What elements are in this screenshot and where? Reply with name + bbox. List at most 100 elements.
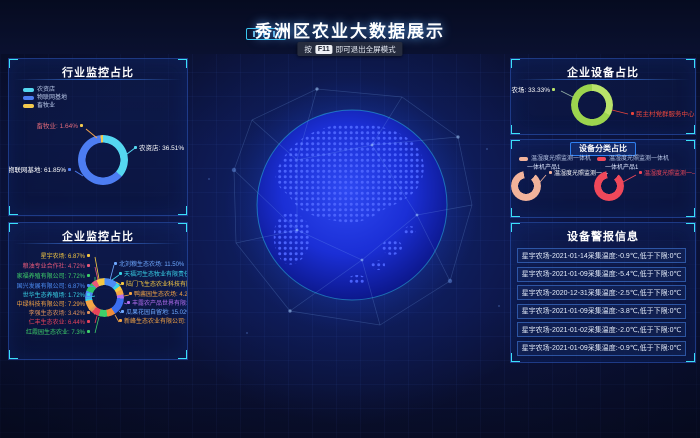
enterprise-label: 世华生态养殖场: 1.72%	[23, 293, 92, 299]
label-text: 中绿科技有限公司: 7.29%	[17, 302, 85, 308]
panel-corner	[178, 350, 188, 360]
alarm-row: 星宇农场-2021-01-09采集温度:-0.9℃,低于下限:0℃	[517, 341, 686, 356]
panel-alarm-info: 设备警报信息 星宇农场-2021-01-14采集温度:-0.9℃,低于下限:0℃…	[510, 222, 696, 363]
devices-left-label: 星宇农场: 33.33%	[510, 87, 557, 94]
panel-corner	[686, 125, 696, 135]
label-dot	[87, 284, 90, 287]
divider	[516, 79, 690, 80]
label-dot	[121, 310, 124, 313]
panel-corner	[8, 206, 18, 216]
device-class-title: 设备分类占比	[570, 142, 636, 156]
legend-swatch	[23, 88, 34, 92]
legend-item[interactable]: 农资店	[23, 86, 67, 93]
alarm-row: 星宇农场-2021-01-14采集温度:-0.9℃,低于下限:0℃	[517, 248, 686, 263]
bg-dot	[208, 178, 210, 180]
callout-store: 农资店: 36.51%	[132, 145, 184, 152]
label-text: 北刘粮生态农场: 11.50%	[119, 262, 184, 268]
enterprise-label: 丰露农产品世界有限: 1.	[125, 301, 188, 307]
legend-label: 农资店	[37, 87, 55, 93]
legend-item[interactable]: 温湿度光照监测一体机	[519, 155, 591, 162]
legend-swatch	[23, 96, 34, 100]
alarm-list: 星宇农场-2021-01-14采集温度:-0.9℃,低于下限:0℃ 星宇农场-2…	[517, 248, 686, 359]
label-dot	[87, 320, 90, 323]
label-dot	[552, 88, 555, 91]
legend-swatch	[597, 157, 606, 161]
enterprise-label: 中绿科技有限公司: 7.29%	[17, 302, 92, 308]
legend-label: 温湿度光照监测一体机	[609, 156, 669, 162]
callout-livestock: 畜牧业: 1.64%	[36, 123, 85, 130]
legend-label: 温湿度光照监测一体机	[531, 156, 591, 162]
enterprise-panel-title: 企业监控占比	[9, 228, 187, 244]
industry-donut-chart[interactable]	[78, 135, 128, 185]
callout-text: 畜牧业: 1.64%	[36, 123, 78, 130]
label-dot	[631, 112, 634, 115]
label-dot	[119, 272, 122, 275]
enterprise-label: 北刘粮生态农场: 11.50%	[112, 262, 184, 268]
enterprise-label: 家福养殖有限公司: 7.72%	[17, 274, 92, 280]
legend-label: 畜牧业	[37, 103, 55, 109]
label-text: 瓜果花园自留地: 15.02%	[126, 310, 188, 316]
label-text: 陆门飞生态农业科技有限公	[126, 282, 188, 288]
label-dot	[87, 254, 90, 257]
label-dot	[129, 292, 132, 295]
enterprise-label: 瓜果花园自留地: 15.02%	[119, 310, 188, 316]
device-class-right-donut[interactable]	[594, 171, 624, 201]
divider	[14, 79, 182, 80]
label-text: 天福河生态牧业有限责任公	[124, 272, 188, 278]
label-dot	[119, 319, 122, 322]
label-text: 丰露农产品世界有限: 1.	[132, 301, 188, 307]
alarms-panel-title: 设备警报信息	[511, 228, 695, 244]
devices-right-label: 民主村党群服务中心	[629, 111, 695, 118]
label-text: 仁丰生态农业: 6.44%	[29, 320, 85, 326]
enterprise-label: 红霞园生态农业: 7.3%	[26, 330, 92, 336]
label-text: 李强生态农场: 3.42%	[29, 311, 85, 317]
alarm-row: 星宇农场-2021-01-09采集温度:-3.8℃,低于下限:0℃	[517, 304, 686, 319]
fullscreen-tooltip: 按 F11 即可退出全屏模式	[297, 42, 402, 56]
industry-legend: 农资店 物联网基地 畜牧业	[23, 86, 67, 110]
callout-text: 物联网基地: 61.85%	[8, 167, 66, 174]
enterprise-label: 粮油专业合作社: 4.72%	[23, 264, 92, 270]
callout-text: 温湿度光照监测一—	[644, 171, 696, 177]
legend-swatch	[23, 104, 34, 108]
panel-corner	[686, 208, 696, 218]
label-dot	[87, 293, 90, 296]
callout-dot	[68, 168, 71, 171]
callout-dot	[80, 124, 83, 127]
label-text: 鸭酱园生态农场: 4.29	[134, 292, 188, 298]
enterprise-label: 李强生态农场: 3.42%	[29, 311, 92, 317]
label-dot	[87, 330, 90, 333]
panel-corner	[510, 125, 520, 135]
dashboard-stage: 秀洲区农业大数据展示 按 F11 即可退出全屏模式	[0, 0, 700, 438]
panel-corner	[686, 139, 696, 149]
label-text: 星宇农场: 33.33%	[510, 87, 550, 94]
label-text: 红霞园生态农业: 7.3%	[26, 330, 85, 336]
callout-dot	[639, 171, 642, 174]
label-text: 民主村党群服务中心	[636, 111, 695, 118]
label-dot	[87, 302, 90, 305]
legend-label: 物联网基地	[37, 95, 67, 101]
fullscreen-tip-prefix: 按	[304, 44, 312, 55]
panel-device-class: 设备分类占比 温湿度光照监测一体机 一体机产品1 温湿度光照监测一— 温湿度光照…	[510, 139, 696, 218]
panel-enterprise-ratio: 企业监控占比 星宇农场: 6.87% 粮油专业合作社: 4.72% 家福养殖有限…	[8, 222, 188, 360]
alarm-row: 星宇农场-2021-01-09采集温度:-5.4℃,低于下限:0℃	[517, 267, 686, 282]
legend-item[interactable]: 畜牧业	[23, 102, 67, 109]
label-dot	[121, 282, 124, 285]
devices-donut-chart[interactable]	[571, 84, 613, 126]
globe-graphic	[222, 75, 482, 335]
industry-panel-title: 行业监控占比	[9, 64, 187, 80]
label-text: 国兴发展有限公司: 6.87%	[17, 284, 85, 290]
label-dot	[87, 274, 90, 277]
fullscreen-tip-suffix: 即可退出全屏模式	[336, 44, 396, 55]
panel-corner	[178, 206, 188, 216]
legend-item[interactable]: 温湿度光照监测一体机	[597, 155, 669, 162]
bg-dot	[486, 148, 488, 150]
callout-dot	[549, 171, 552, 174]
label-dot	[127, 301, 130, 304]
enterprise-label: 鸭酱园生态农场: 4.29	[127, 292, 188, 298]
panel-device-ratio: 企业设备占比 星宇农场: 33.33% 民主村党群服务中心	[510, 58, 696, 135]
label-dot	[87, 311, 90, 314]
label-dot	[114, 262, 117, 265]
f11-keycap: F11	[315, 45, 333, 54]
device-class-left-donut[interactable]	[511, 171, 541, 201]
legend-item[interactable]: 物联网基地	[23, 94, 67, 101]
